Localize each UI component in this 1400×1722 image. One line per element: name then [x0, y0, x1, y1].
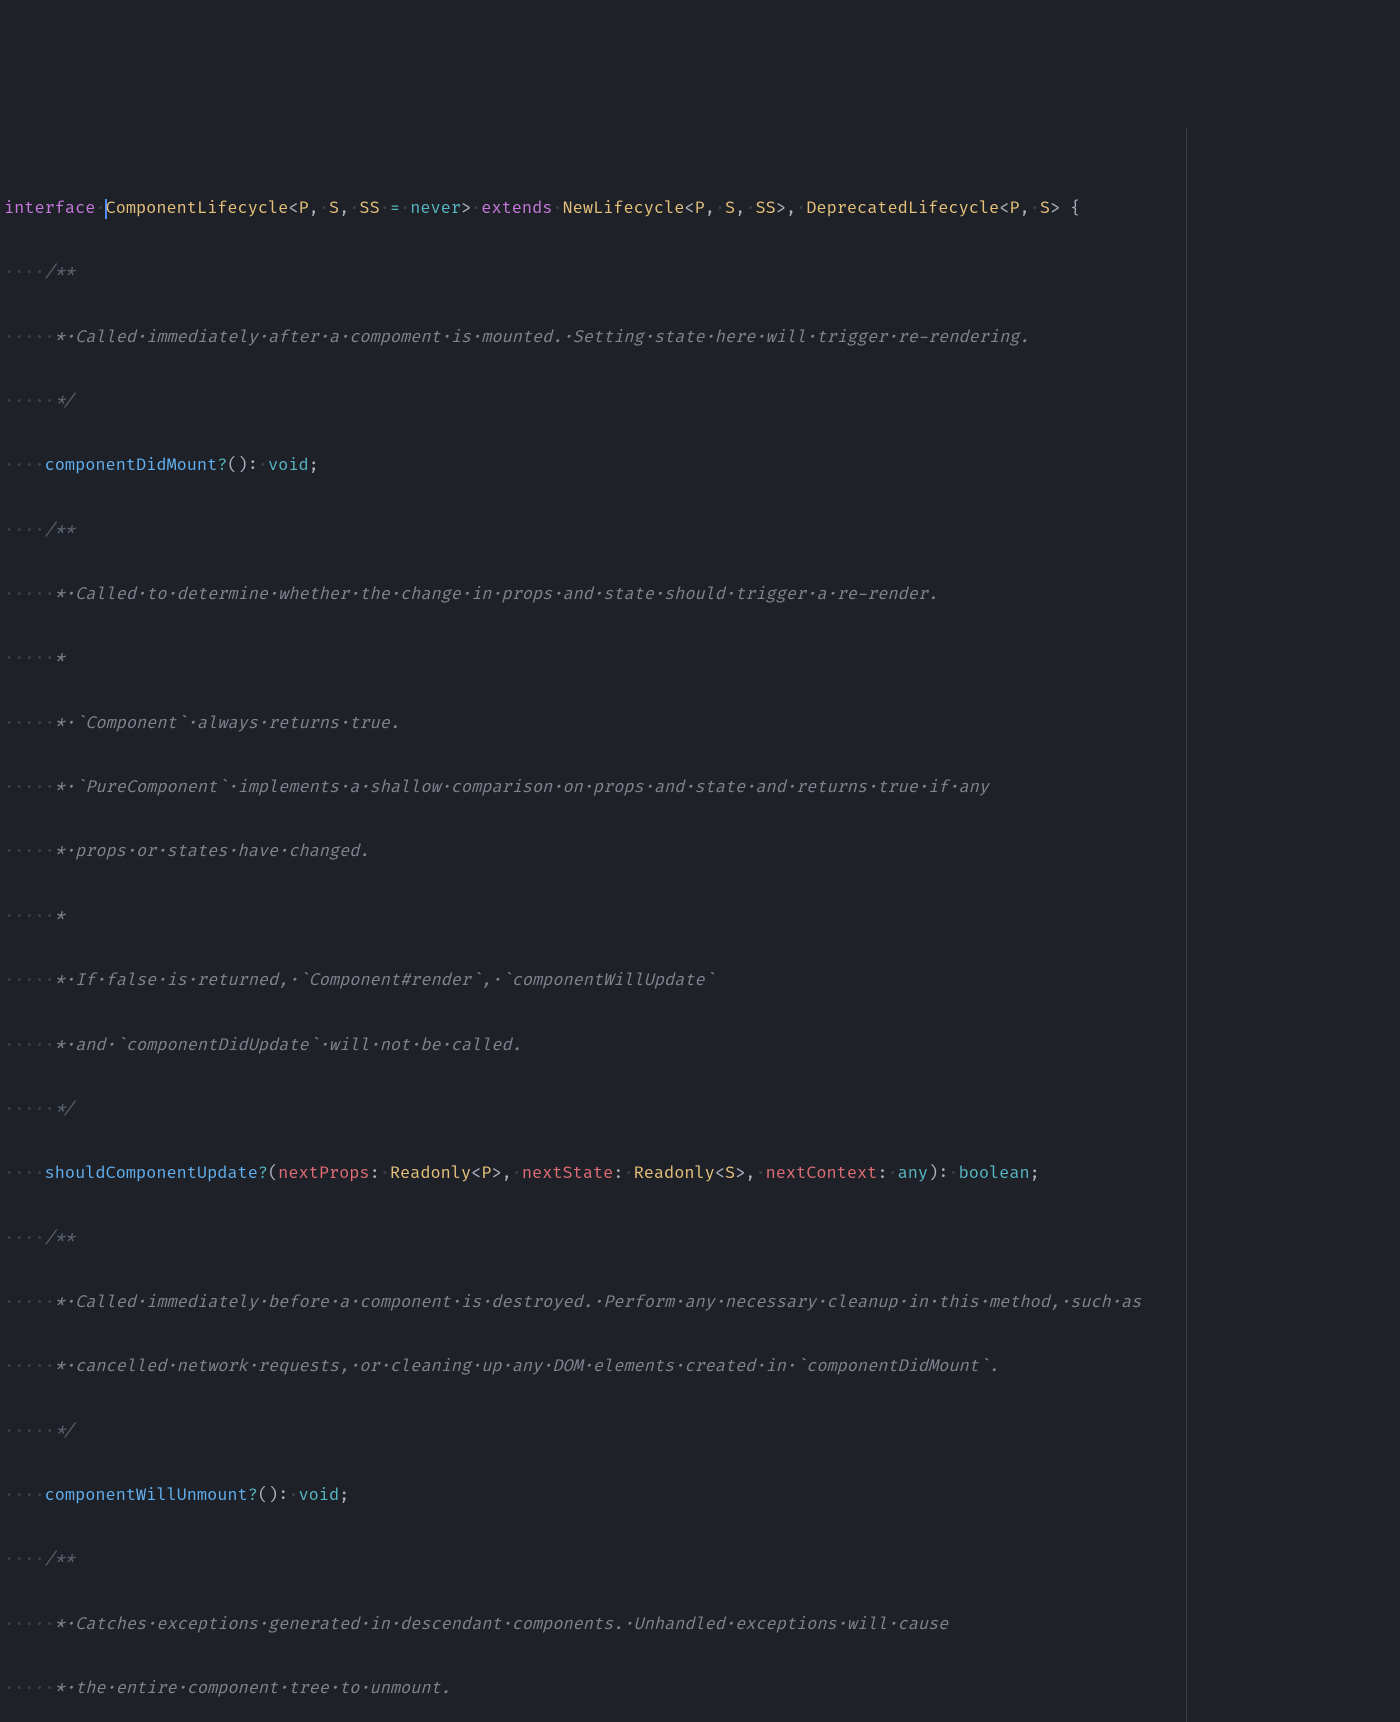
code-line[interactable]: ·····*·and·`componentDidUpdate`·will·not… [4, 1030, 1396, 1062]
code-line[interactable]: ····/** [4, 257, 1396, 289]
code-line[interactable]: ····componentDidMount?():·void; [4, 450, 1396, 482]
method-componentWillUnmount: componentWillUnmount [45, 1486, 248, 1506]
code-line[interactable]: ·····*·Called·immediately·after·a·compom… [4, 322, 1396, 354]
interface-name: ComponentLifecycle [106, 199, 289, 219]
code-line[interactable]: ·····*·If·false·is·returned,·`Component#… [4, 965, 1396, 997]
code-line[interactable]: ····/** [4, 515, 1396, 547]
code-line[interactable]: ·····*·the·entire·component·tree·to·unmo… [4, 1673, 1396, 1705]
code-line[interactable]: ·····*·`Component`·always·returns·true. [4, 708, 1396, 740]
method-componentDidMount: componentDidMount [45, 456, 218, 476]
ruler-guide [1186, 129, 1187, 1722]
code-line[interactable]: ····/** [4, 1223, 1396, 1255]
code-line[interactable]: ·····*·Called·immediately·before·a·compo… [4, 1287, 1396, 1319]
code-line[interactable]: ·····*·`PureComponent`·implements·a·shal… [4, 772, 1396, 804]
code-line[interactable]: ·····*/ [4, 1094, 1396, 1126]
code-line[interactable]: ·····* [4, 643, 1396, 675]
code-line[interactable]: ·····*·Catches·exceptions·generated·in·d… [4, 1609, 1396, 1641]
code-line[interactable]: ·····* [4, 901, 1396, 933]
code-line[interactable]: ····shouldComponentUpdate?(nextProps:·Re… [4, 1158, 1396, 1190]
code-line[interactable]: ·····*/ [4, 386, 1396, 418]
method-shouldComponentUpdate: shouldComponentUpdate [45, 1164, 258, 1184]
keyword-interface: interface [4, 199, 95, 219]
code-line[interactable]: ·····*·props·or·states·have·changed. [4, 836, 1396, 868]
code-line[interactable]: ····componentWillUnmount?():·void; [4, 1480, 1396, 1512]
code-editor[interactable]: interface·ComponentLifecycle<P,·S,·SS·=·… [0, 129, 1400, 1722]
code-line[interactable]: ·····*·cancelled·network·requests,·or·cl… [4, 1351, 1396, 1383]
code-line[interactable]: ·····*/ [4, 1416, 1396, 1448]
code-line[interactable]: ·····*·Called·to·determine·whether·the·c… [4, 579, 1396, 611]
code-line[interactable]: interface·ComponentLifecycle<P,·S,·SS·=·… [4, 193, 1396, 225]
code-line[interactable]: ····/** [4, 1544, 1396, 1576]
